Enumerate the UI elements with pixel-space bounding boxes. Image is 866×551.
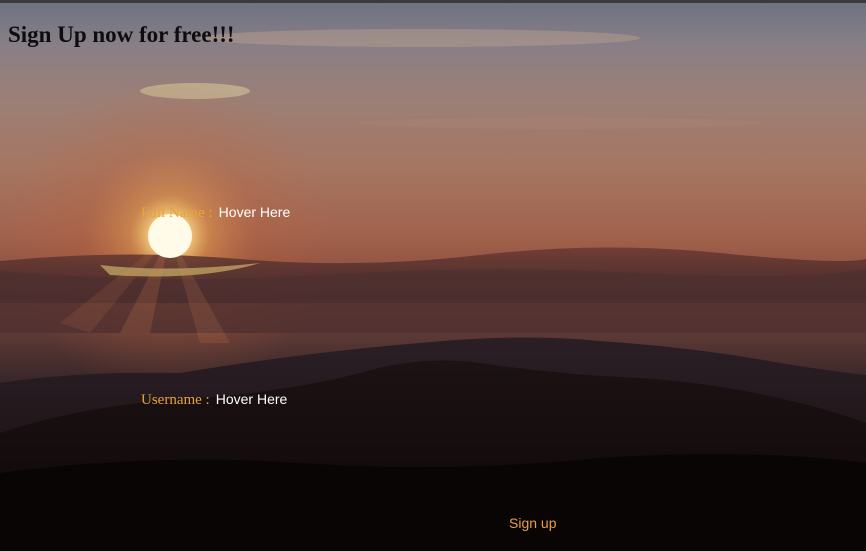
full-name-row: Full Name : xyxy=(141,203,329,222)
full-name-input[interactable] xyxy=(218,203,329,221)
username-input[interactable] xyxy=(215,390,326,408)
full-name-label: Full Name : xyxy=(141,205,213,221)
sunset-background-image xyxy=(0,3,866,551)
username-row: Username : xyxy=(141,390,326,409)
username-label: Username : xyxy=(141,392,210,408)
page-title: Sign Up now for free!!! xyxy=(8,22,235,47)
window-top-border xyxy=(0,0,866,3)
sign-up-button[interactable]: Sign up xyxy=(503,515,562,531)
